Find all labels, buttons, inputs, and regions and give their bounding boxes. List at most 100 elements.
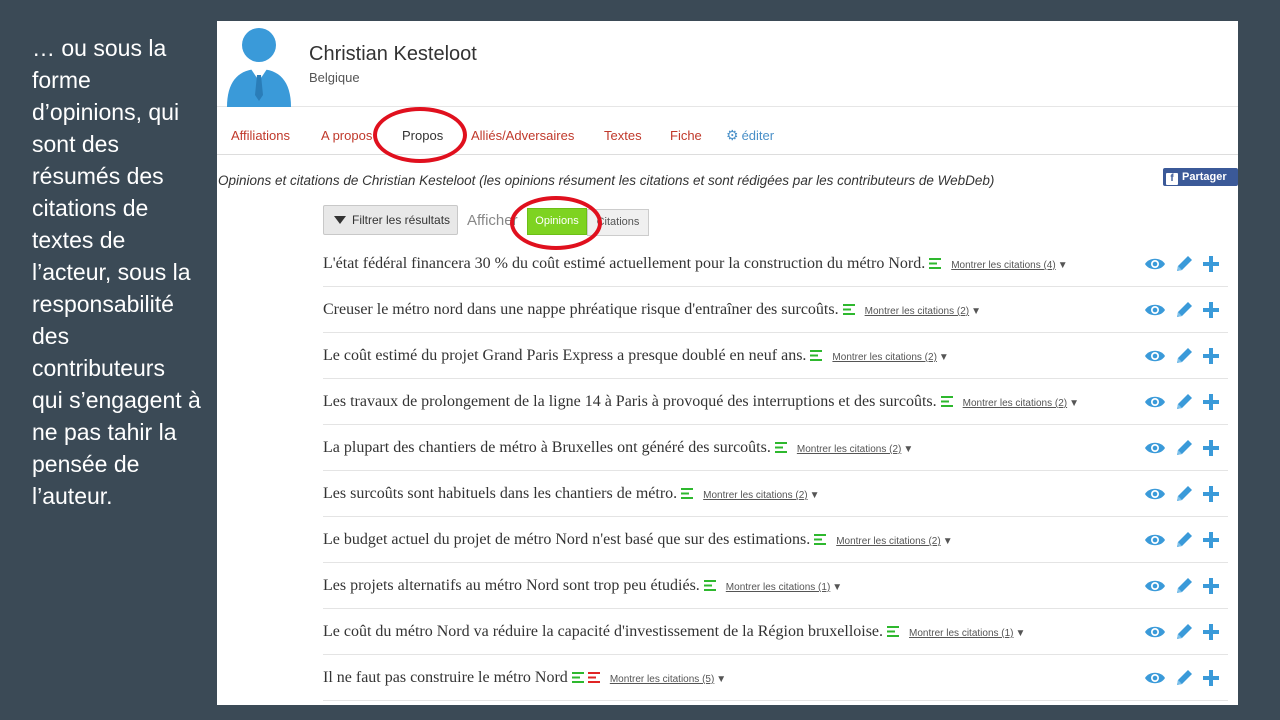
agree-mark-icon	[571, 670, 584, 683]
show-citations-link[interactable]: Montrer les citations (2)	[836, 536, 940, 547]
view-icon[interactable]	[1144, 391, 1166, 413]
opinion-actions	[1144, 253, 1228, 275]
add-icon[interactable]	[1200, 575, 1222, 597]
opinion-row: Le coût estimé du projet Grand Paris Exp…	[323, 333, 1228, 379]
opinion-row: Le coût du métro Nord va réduire la capa…	[323, 609, 1228, 655]
edit-icon[interactable]	[1173, 667, 1195, 689]
agree-mark-icon	[681, 486, 694, 499]
show-citations-link[interactable]: Montrer les citations (2)	[865, 306, 969, 317]
opinion-row: Les projets alternatifs au métro Nord so…	[323, 563, 1228, 609]
opinion-text: Les projets alternatifs au métro Nord so…	[323, 577, 700, 594]
show-citations-link[interactable]: Montrer les citations (4)	[951, 260, 1055, 271]
opinion-item: Les surcoûts sont habituels dans les cha…	[323, 485, 820, 503]
show-citations-link[interactable]: Montrer les citations (2)	[963, 398, 1067, 409]
opinion-text: Les surcoûts sont habituels dans les cha…	[323, 485, 678, 502]
chevron-down-icon: ▼	[809, 490, 820, 501]
opinion-item: Le coût du métro Nord va réduire la capa…	[323, 623, 1025, 641]
opinion-text: Creuser le métro nord dans une nappe phr…	[323, 301, 839, 318]
add-icon[interactable]	[1200, 483, 1222, 505]
view-icon[interactable]	[1144, 621, 1166, 643]
opinion-actions	[1144, 483, 1228, 505]
show-citations-link[interactable]: Montrer les citations (2)	[703, 490, 807, 501]
opinion-row: L'état fédéral financera 30 % du coût es…	[323, 241, 1228, 287]
tab-card[interactable]: Fiche	[670, 128, 702, 143]
edit-icon[interactable]	[1173, 483, 1195, 505]
add-icon[interactable]	[1200, 253, 1222, 275]
show-label: Afficher	[467, 212, 518, 229]
opinion-actions	[1144, 667, 1228, 689]
filter-results-button[interactable]: Filtrer les résultats	[323, 205, 458, 235]
tab-about[interactable]: A propos	[321, 128, 372, 143]
webdeb-screenshot-frame: Christian Kesteloot Belgique Affiliation…	[217, 21, 1238, 705]
edit-icon[interactable]	[1173, 621, 1195, 643]
opinion-actions	[1144, 575, 1228, 597]
view-icon[interactable]	[1144, 253, 1166, 275]
filter-icon	[334, 216, 346, 224]
chevron-down-icon: ▼	[903, 444, 914, 455]
edit-icon[interactable]	[1173, 437, 1195, 459]
opinion-item: Le budget actuel du projet de métro Nord…	[323, 531, 953, 549]
show-citations-link[interactable]: Montrer les citations (5)	[610, 674, 714, 685]
tab-texts[interactable]: Textes	[604, 128, 642, 143]
show-citations-link[interactable]: Montrer les citations (2)	[797, 444, 901, 455]
view-icon[interactable]	[1144, 345, 1166, 367]
add-icon[interactable]	[1200, 667, 1222, 689]
opinion-item: Les travaux de prolongement de la ligne …	[323, 393, 1079, 411]
facebook-share-button[interactable]: f Partager 0	[1163, 168, 1238, 201]
opinion-item: Le coût estimé du projet Grand Paris Exp…	[323, 347, 949, 365]
add-icon[interactable]	[1200, 437, 1222, 459]
edit-icon[interactable]	[1173, 345, 1195, 367]
opinion-text: Le coût du métro Nord va réduire la capa…	[323, 623, 884, 640]
actor-name: Christian Kesteloot	[309, 43, 477, 65]
disagree-mark-icon	[587, 670, 600, 683]
opinion-actions	[1144, 299, 1228, 321]
opinion-item: L'état fédéral financera 30 % du coût es…	[323, 255, 1068, 273]
opinion-text: Les travaux de prolongement de la ligne …	[323, 393, 937, 410]
show-citations-link[interactable]: Montrer les citations (1)	[726, 582, 830, 593]
add-icon[interactable]	[1200, 345, 1222, 367]
show-citations-link[interactable]: Montrer les citations (2)	[832, 352, 936, 363]
view-icon[interactable]	[1144, 575, 1166, 597]
add-icon[interactable]	[1200, 299, 1222, 321]
view-icon[interactable]	[1144, 437, 1166, 459]
edit-icon[interactable]	[1173, 529, 1195, 551]
add-icon[interactable]	[1200, 391, 1222, 413]
add-icon[interactable]	[1200, 621, 1222, 643]
opinion-text: Le coût estimé du projet Grand Paris Exp…	[323, 347, 807, 364]
tab-propos[interactable]: Propos	[402, 128, 443, 143]
edit-icon[interactable]	[1173, 575, 1195, 597]
chevron-down-icon: ▼	[1069, 398, 1080, 409]
share-count: 0	[1166, 189, 1173, 201]
edit-label: éditer	[741, 128, 775, 143]
opinion-row: La plupart des chantiers de métro à Brux…	[323, 425, 1228, 471]
view-icon[interactable]	[1144, 667, 1166, 689]
citations-toggle[interactable]: Citations	[587, 209, 649, 236]
opinions-toggle[interactable]: Opinions	[527, 208, 587, 235]
edit-icon[interactable]	[1173, 253, 1195, 275]
user-avatar-icon	[227, 28, 291, 107]
chevron-down-icon: ▼	[938, 352, 949, 363]
tab-allies[interactable]: Alliés/Adversaires	[471, 128, 574, 143]
view-icon[interactable]	[1144, 483, 1166, 505]
chevron-down-icon: ▼	[1057, 260, 1068, 271]
chevron-down-icon: ▼	[942, 536, 953, 547]
tab-affiliations[interactable]: Affiliations	[231, 128, 290, 143]
opinion-item: Creuser le métro nord dans une nappe phr…	[323, 301, 981, 319]
view-icon[interactable]	[1144, 299, 1166, 321]
show-citations-link[interactable]: Montrer les citations (1)	[909, 628, 1013, 639]
opinion-row: Le budget actuel du projet de métro Nord…	[323, 517, 1228, 563]
opinion-text: Il ne faut pas construire le métro Nord	[323, 669, 568, 686]
add-icon[interactable]	[1200, 529, 1222, 551]
agree-mark-icon	[810, 348, 823, 361]
opinion-actions	[1144, 391, 1228, 413]
edit-icon[interactable]	[1173, 299, 1195, 321]
agree-mark-icon	[940, 394, 953, 407]
agree-mark-icon	[887, 624, 900, 637]
opinion-text: La plupart des chantiers de métro à Brux…	[323, 439, 771, 456]
edit-icon[interactable]	[1173, 391, 1195, 413]
share-label: Partager	[1182, 171, 1227, 183]
opinion-actions	[1144, 621, 1228, 643]
view-icon[interactable]	[1144, 529, 1166, 551]
opinion-text: Le budget actuel du projet de métro Nord…	[323, 531, 811, 548]
edit-link[interactable]: ⚙ éditer	[726, 127, 774, 144]
